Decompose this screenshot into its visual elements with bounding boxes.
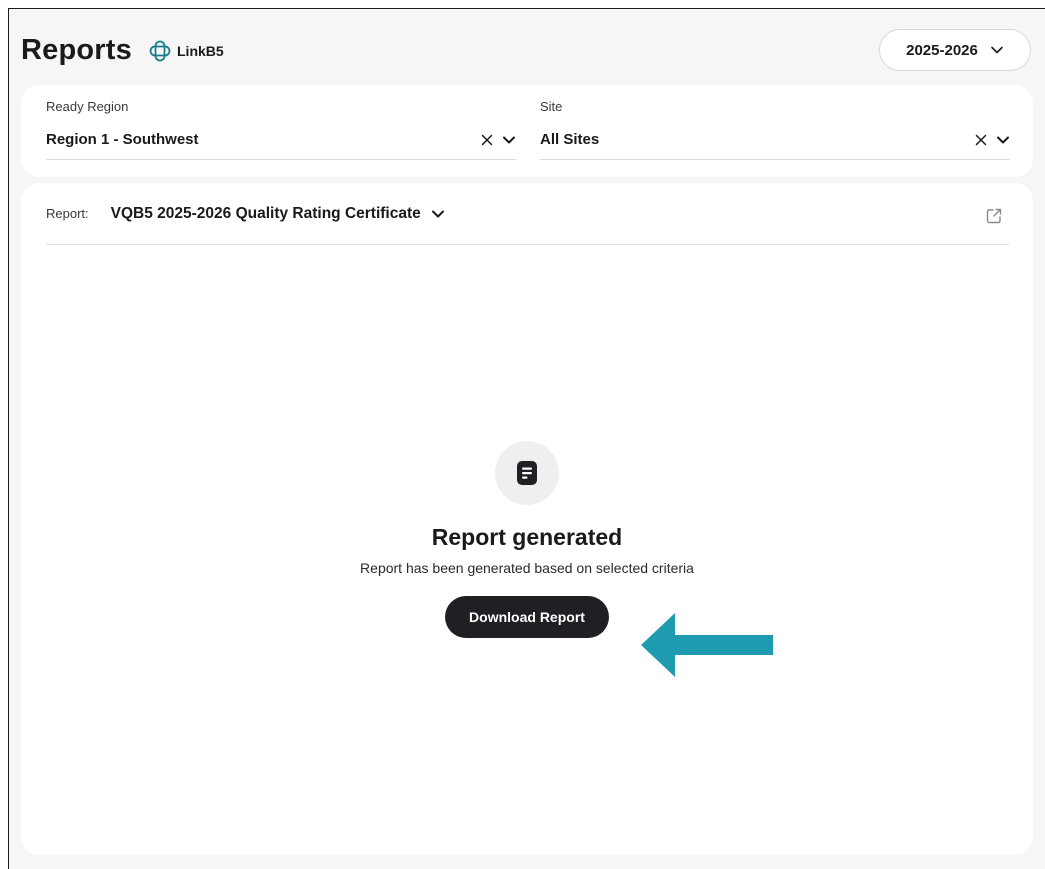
result-description: Report has been generated based on selec…: [360, 560, 694, 576]
chevron-down-icon: [431, 210, 444, 217]
report-card: Report: VQB5 2025-2026 Quality Rating Ce…: [21, 183, 1033, 855]
site-select-actions: [974, 133, 1010, 155]
region-select[interactable]: Region 1 - Southwest: [46, 128, 516, 160]
document-icon-badge: [495, 441, 559, 505]
region-select-value: Region 1 - Southwest: [46, 131, 199, 148]
region-select-actions: [480, 133, 516, 155]
download-report-button[interactable]: Download Report: [445, 596, 609, 638]
site-filter: Site All Sites: [540, 99, 1010, 160]
report-result: Report generated Report has been generat…: [21, 441, 1033, 638]
linkb5-logo-icon: [149, 40, 171, 62]
site-select-value: All Sites: [540, 131, 600, 148]
document-icon: [517, 461, 537, 485]
brand: LinkB5: [149, 40, 224, 62]
external-link-icon[interactable]: [985, 207, 1003, 225]
site-select[interactable]: All Sites: [540, 128, 1010, 160]
region-filter: Ready Region Region 1 - Southwest: [46, 99, 516, 160]
region-filter-label: Ready Region: [46, 99, 129, 114]
app-window: Reports LinkB5 2025-2026 Ready Region Re…: [8, 8, 1045, 869]
site-filter-label: Site: [540, 99, 563, 114]
filter-card: Ready Region Region 1 - Southwest Site A…: [21, 85, 1033, 177]
year-select[interactable]: 2025-2026: [879, 29, 1031, 71]
page-header: Reports LinkB5 2025-2026: [9, 9, 1045, 89]
report-select[interactable]: VQB5 2025-2026 Quality Rating Certificat…: [111, 205, 445, 223]
chevron-down-icon: [991, 46, 1003, 54]
result-title: Report generated: [431, 524, 623, 550]
report-select-value: VQB5 2025-2026 Quality Rating Certificat…: [110, 204, 421, 222]
arrow-left-icon: [641, 613, 773, 677]
report-selector-bar: Report: VQB5 2025-2026 Quality Rating Ce…: [46, 183, 1009, 245]
brand-name: LinkB5: [177, 43, 224, 59]
year-select-value: 2025-2026: [906, 41, 978, 59]
close-icon[interactable]: [974, 133, 988, 147]
report-prefix-label: Report:: [46, 206, 89, 221]
chevron-down-icon[interactable]: [502, 133, 516, 147]
chevron-down-icon[interactable]: [996, 133, 1010, 147]
page-title: Reports: [21, 34, 132, 66]
close-icon[interactable]: [480, 133, 494, 147]
